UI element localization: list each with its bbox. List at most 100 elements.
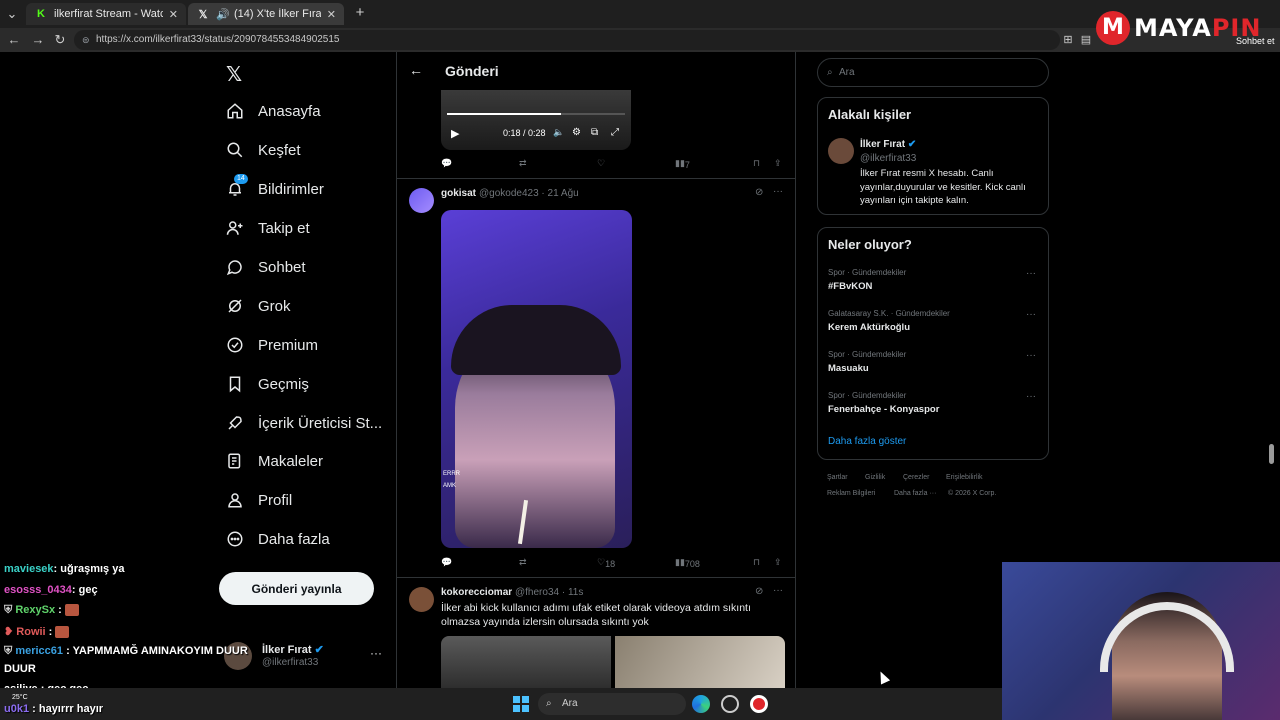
more-icon[interactable]: ··· [773,186,783,197]
related-name[interactable]: İlker Fırat ✔ [860,139,916,150]
more-icon[interactable]: ··· [1026,309,1036,320]
close-tab-icon[interactable]: ✕ [327,8,336,21]
chat-message: ❥ Rowii : [4,625,70,639]
play-icon[interactable]: ▶ [451,127,459,140]
footer-link[interactable]: Gizlilik [865,474,885,481]
footer-link[interactable]: Reklam Bilgileri [827,490,875,497]
chat-message: ⛨ mericc61 : YAPMMAMĞ AMINAKOYIM DUUR [4,645,248,657]
like-icon[interactable]: ♡ 18 [597,557,615,569]
weather-widget[interactable]: 25°C [12,694,28,701]
footer-link[interactable]: Daha fazla ··· [894,490,936,497]
person-add-icon [226,219,244,237]
opera-icon[interactable] [750,695,768,713]
avatar[interactable] [409,188,434,213]
avatar[interactable] [409,587,434,612]
reply-video[interactable]: ERRR AMK [441,210,632,548]
profile-icon [226,491,244,509]
account-switcher[interactable]: İlker Fırat ✔ @ilkerfirat33 ··· [224,638,392,674]
video-progress-track[interactable] [447,113,625,115]
url-field[interactable]: ⊜ https://x.com/ilkerfirat33/status/2090… [74,30,1060,50]
chat-button-label[interactable]: Sohbet et [1236,36,1275,46]
forward-icon[interactable]: → [30,32,46,48]
trends-panel: Neler oluyor? Spor · Gündemdekiler #FBvK… [817,227,1049,460]
nav-grok[interactable]: Grok [226,291,291,321]
volume-icon[interactable]: 🔈 [553,127,564,138]
tab-list-icon[interactable]: ⌄ [4,6,20,22]
video-player[interactable]: ▶ 0:18 / 0:28 🔈 ⚙ ⧉ ⤢ [441,90,631,150]
nav-premium[interactable]: Premium [226,330,318,360]
more-icon[interactable]: ··· [370,646,382,660]
pip-icon[interactable]: ⧉ [591,127,598,138]
nav-articles[interactable]: Makaleler [226,446,323,476]
nav-history[interactable]: Geçmiş [226,369,309,399]
reply-author-meta: @fhero34 · 11s [515,587,584,598]
page-title: Gönderi [445,63,499,79]
heart-badge-icon: ❥ [4,626,17,638]
share-icon[interactable]: ⇪ [774,158,782,169]
post-header: ← Gönderi [397,52,795,90]
reply-icon[interactable]: 💬 [441,158,452,169]
taskbar-search[interactable]: ⌕ Ara [538,693,686,715]
like-icon[interactable]: ♡ [597,158,605,169]
nav-follow[interactable]: Takip et [226,213,310,243]
search-icon: ⌕ [546,698,552,709]
related-people-panel: Alakalı kişiler İlker Fırat ✔ @ilkerfira… [817,97,1049,215]
x-logo-icon: 𝕏 [198,8,208,21]
views-icon[interactable]: ▮▮ 7 [675,158,690,170]
show-more-link[interactable]: Daha fazla göster [828,436,906,447]
footer-link[interactable]: Erişilebilirlik [946,474,983,481]
more-icon[interactable]: ··· [1026,350,1036,361]
scrollbar-thumb[interactable] [1269,444,1274,464]
share-icon[interactable]: ⇪ [774,557,782,568]
post-button[interactable]: Gönderi yayınla [219,572,374,605]
reload-icon[interactable]: ↻ [52,32,68,48]
obs-icon[interactable] [721,695,739,713]
x-home-logo[interactable]: 𝕏 [226,62,242,86]
avatar[interactable] [828,138,854,164]
repost-icon[interactable]: ⇄ [519,557,527,568]
tab-kick-stream[interactable]: K ilkerfirat Stream - Watch Live on K ✕ [26,3,186,25]
search-input[interactable]: ⌕ Ara [817,58,1049,87]
reply-image-2[interactable] [615,636,785,688]
reading-view-icon[interactable]: ▤ [1078,32,1094,48]
nav-chat[interactable]: Sohbet [226,252,306,282]
bookmark-icon[interactable]: ⊓ [753,557,760,568]
edge-icon[interactable] [692,695,710,713]
nav-profile[interactable]: Profil [226,485,292,515]
reply-image-1[interactable] [441,636,611,688]
nav-home[interactable]: Anasayfa [226,96,321,126]
nav-creator-studio[interactable]: İçerik Üreticisi St... [226,408,382,438]
grok-icon[interactable]: ⊘ [755,586,763,597]
new-tab-icon[interactable]: + [352,5,368,21]
back-arrow-icon[interactable]: ← [409,62,423,78]
nav-more[interactable]: Daha fazla [226,524,330,554]
views-icon[interactable]: ▮▮ 708 [675,557,700,569]
notification-badge: 14 [234,174,248,184]
repost-icon[interactable]: ⇄ [519,158,527,169]
nav-explore[interactable]: Keşfet [226,135,301,165]
more-icon[interactable]: ··· [1026,268,1036,279]
tab-x-post[interactable]: 𝕏 🔊 (14) X'te İlker Fırat: "Bu postur ✕ [188,3,344,25]
reply-author-name[interactable]: gokisat [441,188,476,199]
reply-author-name[interactable]: kokorecciomar [441,587,512,598]
extensions-icon[interactable]: ⊞ [1060,32,1076,48]
nav-notifications[interactable]: 14 Bildirimler [226,174,324,204]
settings-icon[interactable]: ⚙ [572,127,581,138]
back-icon[interactable]: ← [6,32,22,48]
windows-start-icon[interactable] [513,696,529,712]
close-tab-icon[interactable]: ✕ [169,8,178,21]
mouse-cursor [875,669,891,685]
mayapin-m-icon: M [1096,11,1130,45]
grok-icon[interactable]: ⊘ [755,187,763,198]
more-icon[interactable]: ··· [1026,391,1036,402]
footer-link[interactable]: Çerezler [903,474,929,481]
fullscreen-icon[interactable]: ⤢ [611,127,619,138]
site-info-icon[interactable]: ⊜ [82,30,90,50]
divider [397,577,795,578]
footer-link[interactable]: Şartlar [827,474,848,481]
reply-icon[interactable]: 💬 [441,557,452,568]
bookmark-icon [226,375,244,393]
more-icon[interactable]: ··· [773,585,783,596]
bookmark-icon[interactable]: ⊓ [753,158,760,169]
speaker-icon[interactable]: 🔊 [216,7,230,21]
